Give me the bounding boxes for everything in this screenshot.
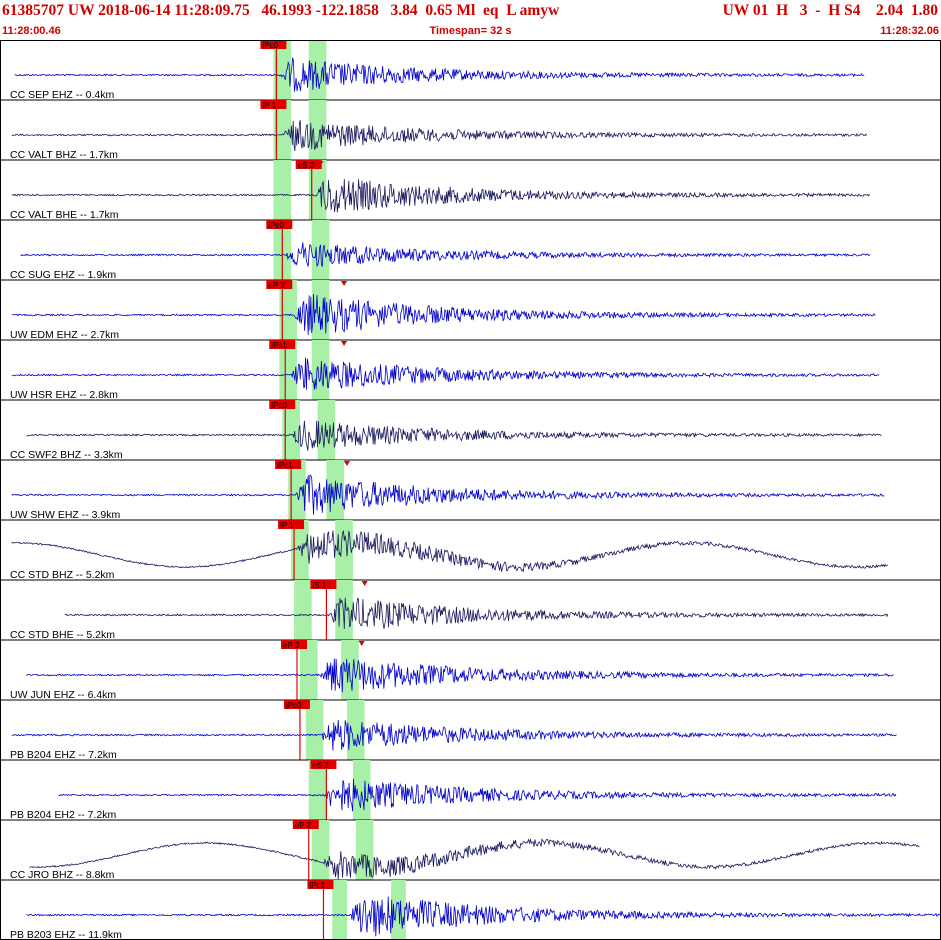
waveform <box>11 120 867 151</box>
plot-frame <box>0 40 941 940</box>
waveform <box>11 178 871 213</box>
event-stats: UW 01 H 3 - H S4 2.04 1.80 <box>722 2 938 19</box>
station-label: UW SHW EHZ -- 3.9km <box>10 509 120 521</box>
pick-label: iPc1 <box>277 461 293 470</box>
waveform <box>11 293 876 335</box>
waveform <box>29 838 920 880</box>
station-label: PB B203 EHZ -- 11.9km <box>10 929 122 940</box>
pick-label: iPc0 <box>286 701 302 710</box>
trace-panel: eP 2 UW JUN EHZ -- 6.4km <box>0 640 941 701</box>
trace-panel: eP 2 UW EDM EHZ -- 2.7km <box>0 280 941 341</box>
arrival-marker <box>361 581 368 586</box>
waveform <box>26 420 882 451</box>
station-label: CC VALT BHE -- 1.7km <box>10 209 119 221</box>
end-time-label: 11:28:32.06 <box>880 25 939 37</box>
arrival-marker <box>358 641 365 646</box>
pick-window <box>335 580 353 640</box>
pick-label: eP 2 <box>268 281 285 290</box>
pick-label: eP 2 <box>283 641 300 650</box>
arrival-marker <box>343 461 350 466</box>
trace-panel: iS 1 CC STD BHE -- 5.2km <box>0 580 941 641</box>
pick-window <box>273 160 292 220</box>
station-label: UW EDM EHZ -- 2.7km <box>10 329 119 341</box>
pick-label: eP 2 <box>295 821 312 830</box>
station-label: CC STD BHZ -- 5.2km <box>10 569 115 581</box>
waveform <box>11 474 885 515</box>
pick-window <box>335 520 353 580</box>
station-label: CC VALT BHZ -- 1.7km <box>10 149 118 161</box>
pick-label: iP 1 <box>262 101 276 110</box>
pick-label: iPc0 <box>271 401 287 410</box>
pick-window <box>332 880 347 940</box>
event-title: 61385707 UW 2018-06-14 11:28:09.75 46.19… <box>2 2 560 19</box>
trace-panel: iPc0 PB B204 EHZ -- 7.2km <box>0 700 941 761</box>
timespan-label: Timespan= 32 s <box>429 25 512 37</box>
station-label: UW JUN EHZ -- 6.4km <box>10 689 116 701</box>
waveform <box>26 896 941 937</box>
waveform <box>11 357 880 390</box>
pick-label: eS 2 <box>312 761 329 770</box>
waveform <box>20 242 871 267</box>
pick-label: iPc1 <box>309 881 325 890</box>
waveform <box>64 597 889 629</box>
station-label: CC SEP EHZ -- 0.4km <box>10 89 114 101</box>
station-label: UW HSR EHZ -- 2.8km <box>10 389 118 401</box>
station-label: CC STD BHE -- 5.2km <box>10 629 115 641</box>
arrival-marker <box>341 341 348 346</box>
waveform <box>11 529 888 573</box>
pick-label: iPc0 <box>262 41 278 50</box>
station-label: CC SUG EHZ -- 1.9km <box>10 269 116 281</box>
trace-panel: iPc0 CC SWF2 BHZ -- 3.3km <box>0 400 941 461</box>
trace-panel: iP 1 CC STD BHZ -- 5.2km <box>0 520 941 581</box>
trace-panel: eS 2 CC VALT BHE -- 1.7km <box>0 160 941 221</box>
trace-panel: iPc0 CC SEP EHZ -- 0.4km <box>0 40 941 101</box>
trace-panel: eP 2 CC JRO BHZ -- 8.8km <box>0 820 941 881</box>
pick-label: iS 1 <box>312 581 326 590</box>
waveform <box>58 778 897 812</box>
station-label: PB B204 EH2 -- 7.2km <box>10 809 116 821</box>
waveform <box>26 658 894 693</box>
trace-panel: iP 1 CC VALT BHZ -- 1.7km <box>0 100 941 161</box>
trace-panel: iPc1 PB B203 EHZ -- 11.9km <box>0 880 941 940</box>
pick-label: iPs1 <box>271 341 287 350</box>
trace-panel: eS 2 PB B204 EH2 -- 7.2km <box>0 760 941 821</box>
pick-label: eS 2 <box>298 161 315 170</box>
seismogram-panels: iPc0 CC SEP EHZ -- 0.4km iP 1 CC VALT BHZ -… <box>0 40 941 940</box>
station-label: CC JRO BHZ -- 8.8km <box>10 869 115 881</box>
station-label: CC SWF2 BHZ -- 3.3km <box>10 449 123 461</box>
waveform <box>14 57 865 92</box>
arrival-marker <box>341 281 348 286</box>
pick-label: iPc0 <box>268 221 284 230</box>
trace-panel: iPs1 UW HSR EHZ -- 2.8km <box>0 340 941 401</box>
trace-panel: iPc0 CC SUG EHZ -- 1.9km <box>0 220 941 281</box>
trace-panel: iPc1 UW SHW EHZ -- 3.9km <box>0 460 941 521</box>
waveform <box>11 719 897 751</box>
pick-window <box>294 580 312 640</box>
seismogram-viewer: 61385707 UW 2018-06-14 11:28:09.75 46.19… <box>0 0 941 940</box>
pick-label: iP 1 <box>280 521 294 530</box>
station-label: PB B204 EHZ -- 7.2km <box>10 749 117 761</box>
